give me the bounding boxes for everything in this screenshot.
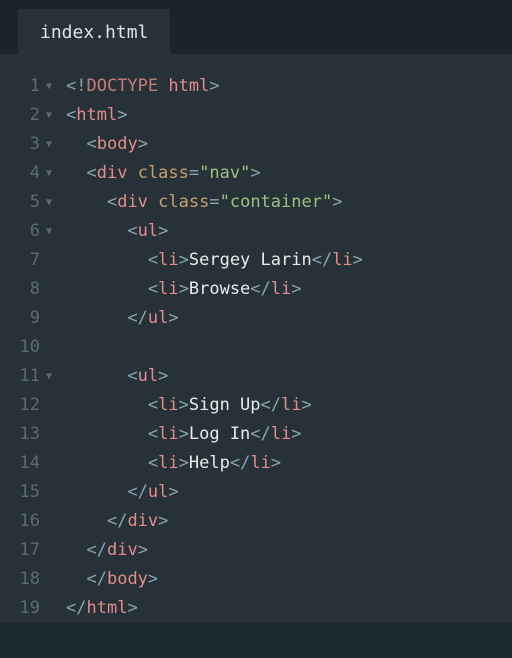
line-number: 8 <box>0 275 40 304</box>
fold-icon[interactable]: ▼ <box>46 72 52 101</box>
line-number-gutter: 1▼2▼3▼4▼5▼6▼7891011▼1213141516171819 <box>0 72 48 623</box>
line-number: 17 <box>0 536 40 565</box>
code-line[interactable]: <li>Log In</li> <box>66 420 512 449</box>
code-line[interactable]: <ul> <box>66 362 512 391</box>
tab-active[interactable]: index.html <box>18 9 170 55</box>
tab-bar: index.html <box>0 0 512 54</box>
code-line[interactable]: <li>Browse</li> <box>66 275 512 304</box>
code-line[interactable]: <!DOCTYPE html> <box>66 72 512 101</box>
code-line[interactable]: <li>Sign Up</li> <box>66 391 512 420</box>
line-number: 4▼ <box>0 159 40 188</box>
line-number: 10 <box>0 333 40 362</box>
code-area[interactable]: <!DOCTYPE html><html> <body> <div class=… <box>48 72 512 623</box>
line-number: 7 <box>0 246 40 275</box>
line-number: 16 <box>0 507 40 536</box>
code-line[interactable]: <ul> <box>66 217 512 246</box>
code-line[interactable]: <li>Help</li> <box>66 449 512 478</box>
code-line[interactable] <box>66 333 512 362</box>
fold-icon[interactable]: ▼ <box>46 159 52 188</box>
tab-filename: index.html <box>40 22 148 43</box>
code-line[interactable]: </div> <box>66 507 512 536</box>
line-number: 1▼ <box>0 72 40 101</box>
fold-icon[interactable]: ▼ <box>46 362 52 391</box>
code-line[interactable]: <div class="nav"> <box>66 159 512 188</box>
line-number: 6▼ <box>0 217 40 246</box>
line-number: 13 <box>0 420 40 449</box>
line-number: 14 <box>0 449 40 478</box>
fold-icon[interactable]: ▼ <box>46 217 52 246</box>
code-line[interactable]: </body> <box>66 565 512 594</box>
code-line[interactable]: </ul> <box>66 304 512 333</box>
fold-icon[interactable]: ▼ <box>46 130 52 159</box>
line-number: 19 <box>0 594 40 623</box>
line-number: 12 <box>0 391 40 420</box>
fold-icon[interactable]: ▼ <box>46 101 52 130</box>
code-line[interactable]: <body> <box>66 130 512 159</box>
fold-icon[interactable]: ▼ <box>46 188 52 217</box>
code-line[interactable]: </div> <box>66 536 512 565</box>
code-line[interactable]: <html> <box>66 101 512 130</box>
code-line[interactable]: </ul> <box>66 478 512 507</box>
code-line[interactable]: <div class="container"> <box>66 188 512 217</box>
line-number: 2▼ <box>0 101 40 130</box>
line-number: 15 <box>0 478 40 507</box>
line-number: 18 <box>0 565 40 594</box>
editor[interactable]: 1▼2▼3▼4▼5▼6▼7891011▼1213141516171819 <!D… <box>0 54 512 623</box>
code-line[interactable]: <li>Sergey Larin</li> <box>66 246 512 275</box>
line-number: 5▼ <box>0 188 40 217</box>
line-number: 11▼ <box>0 362 40 391</box>
code-line[interactable]: </html> <box>66 594 512 623</box>
line-number: 3▼ <box>0 130 40 159</box>
line-number: 9 <box>0 304 40 333</box>
